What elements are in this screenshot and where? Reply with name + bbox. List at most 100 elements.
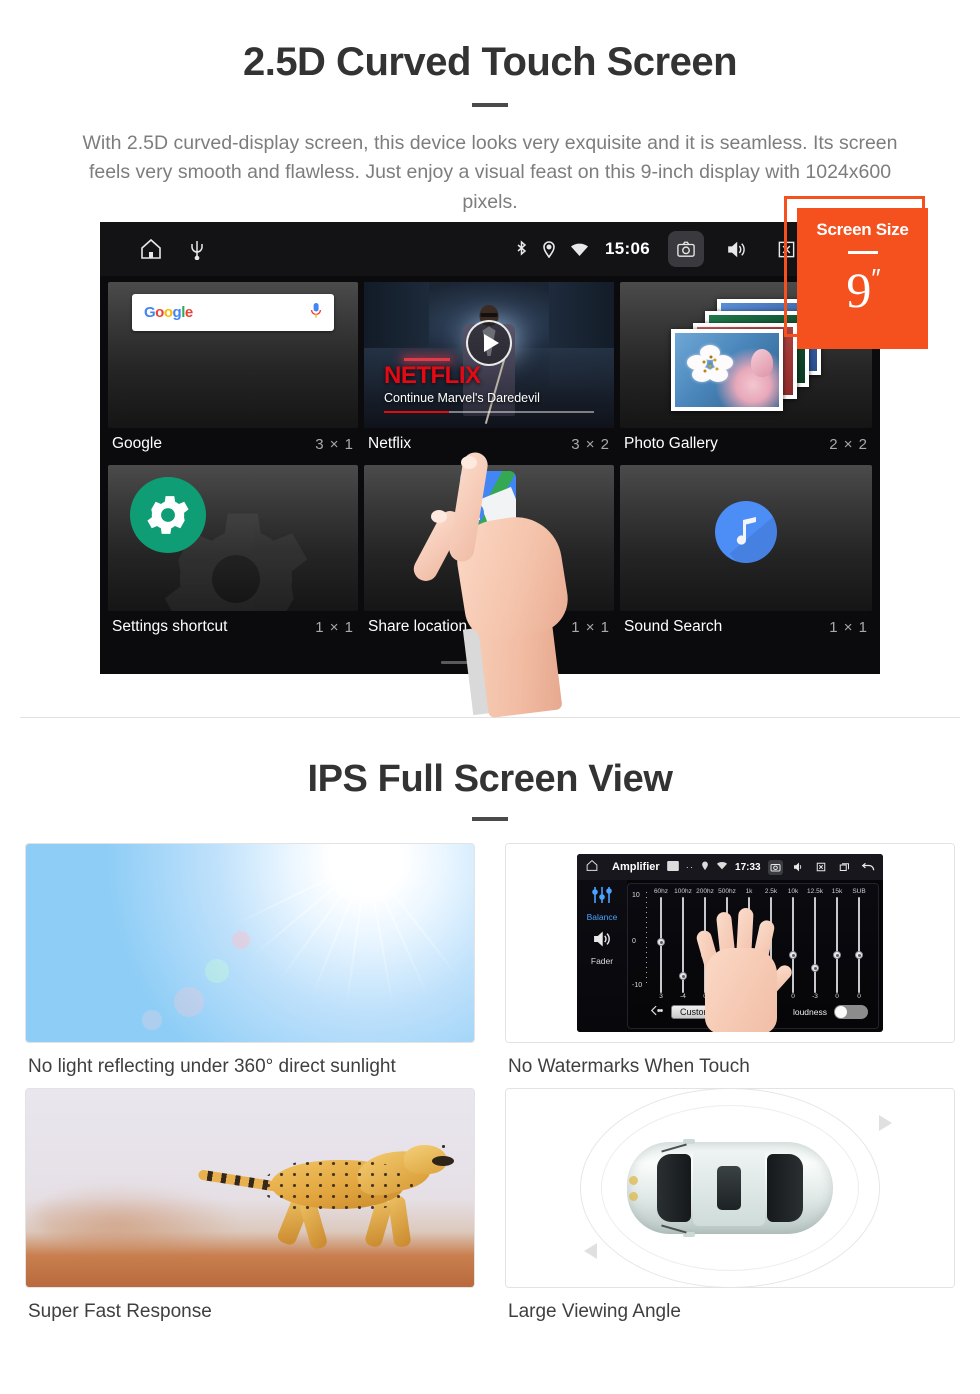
widget-size: 3 × 1 bbox=[315, 435, 354, 453]
microphone-icon[interactable] bbox=[310, 302, 322, 324]
back-icon[interactable] bbox=[859, 860, 875, 875]
home-icon[interactable] bbox=[138, 237, 164, 261]
band-slider bbox=[651, 897, 671, 993]
widget-label: Photo Gallery bbox=[624, 435, 718, 452]
camera-icon[interactable] bbox=[668, 231, 704, 267]
feature-card-no-watermarks: Amplifier ·· 17:33 Balance Fader 10 0 -1… bbox=[505, 843, 955, 1078]
wifi-icon bbox=[716, 861, 728, 873]
section-divider bbox=[20, 717, 960, 718]
widget-row-2: Settings shortcut 1 × 1 G Share location… bbox=[104, 465, 876, 646]
cheetah-figure bbox=[197, 1140, 454, 1251]
progress-fill bbox=[384, 410, 449, 414]
title-underline bbox=[472, 103, 508, 107]
google-maps-icon[interactable]: G bbox=[460, 471, 516, 527]
band-label: 60hz bbox=[653, 888, 669, 895]
loudness-toggle[interactable] bbox=[834, 1005, 868, 1019]
car-top-view-diagram bbox=[505, 1088, 955, 1288]
usb-icon[interactable] bbox=[190, 238, 204, 260]
wifi-icon bbox=[570, 242, 589, 257]
widget-preview-sound-search[interactable] bbox=[620, 465, 872, 611]
netflix-logo: NETFLIX bbox=[384, 362, 481, 390]
fader-label[interactable]: Fader bbox=[591, 956, 613, 966]
widget-preview-google[interactable]: Google bbox=[108, 282, 358, 428]
band-label: 200hz bbox=[696, 888, 714, 895]
volume-icon[interactable] bbox=[718, 231, 754, 267]
band-label: 2.5k bbox=[764, 888, 778, 895]
feature-card-fast-response: Super Fast Response bbox=[25, 1088, 475, 1323]
widget-preview-netflix[interactable]: NETFLIX Continue Marvel's Daredevil bbox=[364, 282, 614, 428]
widget-card-settings-shortcut[interactable]: Settings shortcut 1 × 1 bbox=[108, 465, 358, 646]
widget-card-netflix[interactable]: NETFLIX Continue Marvel's Daredevil Netf… bbox=[364, 282, 614, 463]
prev-preset-icon[interactable] bbox=[650, 1003, 664, 1021]
page-dot-2[interactable] bbox=[476, 661, 504, 664]
band-slider bbox=[805, 897, 825, 993]
band-label: 10k bbox=[787, 888, 799, 895]
feature-caption: No light reflecting under 360° direct su… bbox=[28, 1056, 396, 1077]
band-labels: 60hz 100hz 200hz 500hz 1k 2.5k 10k 12.5k… bbox=[628, 884, 878, 895]
sunlight-sky-photo bbox=[25, 843, 475, 1043]
netflix-continue-text: Continue Marvel's Daredevil bbox=[384, 390, 540, 405]
equalizer-icon[interactable] bbox=[591, 886, 613, 909]
loudness-label: loudness bbox=[792, 1007, 827, 1017]
volume-icon[interactable] bbox=[790, 860, 806, 875]
band-slider bbox=[673, 897, 693, 993]
balance-label[interactable]: Balance bbox=[587, 912, 618, 922]
bluetooth-icon bbox=[515, 239, 528, 259]
close-box-icon[interactable] bbox=[813, 860, 829, 875]
widget-size: 1 × 1 bbox=[829, 618, 868, 636]
badge-unit: ″ bbox=[871, 263, 880, 293]
recents-icon[interactable] bbox=[836, 860, 852, 875]
widget-card-sound-search[interactable]: Sound Search 1 × 1 bbox=[620, 465, 872, 646]
band-slider bbox=[827, 897, 847, 993]
widget-size: 2 × 2 bbox=[829, 435, 868, 453]
widget-picker-page: Google Google 3 × 1 NETFLIX Continue Mar… bbox=[100, 276, 880, 674]
amplifier-status-bar: Amplifier ·· 17:33 bbox=[577, 854, 883, 880]
home-icon[interactable] bbox=[585, 859, 599, 875]
widget-label: Netflix bbox=[368, 435, 412, 452]
badge-number: 9 bbox=[846, 262, 872, 318]
page-title: 2.5D Curved Touch Screen bbox=[242, 40, 738, 84]
amplifier-side-nav: Balance Fader bbox=[577, 880, 627, 1032]
more-icon[interactable]: ·· bbox=[686, 862, 694, 873]
widget-label: Settings shortcut bbox=[112, 618, 228, 635]
ips-full-screen-section: IPS Full Screen View No light reflecting… bbox=[0, 740, 980, 1333]
gallery-icon[interactable] bbox=[666, 860, 679, 874]
widget-preview-share-location[interactable]: G bbox=[364, 465, 614, 611]
feature-caption: Super Fast Response bbox=[28, 1301, 212, 1322]
camera-icon[interactable] bbox=[767, 859, 784, 875]
badge-divider bbox=[847, 251, 878, 254]
page-dot-3[interactable] bbox=[511, 661, 539, 664]
band-label: 100hz bbox=[674, 888, 692, 895]
play-icon[interactable] bbox=[466, 320, 512, 367]
android-home-screenshot: 15:06 Google Google 3 × 1 NETFLIX Contin… bbox=[100, 222, 880, 674]
rotation-arrow-top-icon bbox=[879, 1115, 892, 1131]
band-label: 15k bbox=[831, 888, 843, 895]
band-label: SUB bbox=[852, 888, 866, 895]
widget-card-share-location[interactable]: G Share location 1 × 1 bbox=[364, 465, 614, 646]
feature-caption: No Watermarks When Touch bbox=[508, 1056, 750, 1077]
widget-card-google[interactable]: Google Google 3 × 1 bbox=[108, 282, 358, 463]
widget-size: 1 × 1 bbox=[571, 618, 610, 636]
curved-touch-screen-section: 2.5D Curved Touch Screen With 2.5D curve… bbox=[0, 0, 980, 719]
band-value: -3 bbox=[812, 993, 818, 1000]
music-note-icon[interactable] bbox=[714, 501, 777, 564]
widget-preview-settings[interactable] bbox=[108, 465, 358, 611]
badge-title: Screen Size bbox=[816, 220, 909, 239]
section-two-title: IPS Full Screen View bbox=[307, 758, 673, 800]
gear-icon[interactable] bbox=[130, 477, 206, 553]
feature-caption: Large Viewing Angle bbox=[508, 1301, 681, 1322]
screen-size-badge: Screen Size 9″ bbox=[797, 208, 928, 349]
google-search-bar[interactable]: Google bbox=[132, 294, 334, 331]
car-illustration bbox=[627, 1139, 833, 1237]
widget-label: Sound Search bbox=[624, 618, 723, 635]
rotation-arrow-bottom-icon bbox=[584, 1243, 597, 1259]
amplifier-title: Amplifier bbox=[612, 861, 660, 873]
feature-card-sunlight: No light reflecting under 360° direct su… bbox=[25, 843, 475, 1078]
page-indicator[interactable] bbox=[441, 661, 539, 664]
volume-icon[interactable] bbox=[591, 930, 613, 953]
page-dot-1[interactable] bbox=[441, 661, 469, 664]
amplifier-equalizer-screenshot: Amplifier ·· 17:33 Balance Fader 10 0 -1… bbox=[505, 843, 955, 1043]
android-status-bar: 15:06 bbox=[100, 222, 880, 276]
netflix-artwork: NETFLIX Continue Marvel's Daredevil bbox=[364, 282, 614, 428]
feature-card-viewing-angle: Large Viewing Angle bbox=[505, 1088, 955, 1323]
